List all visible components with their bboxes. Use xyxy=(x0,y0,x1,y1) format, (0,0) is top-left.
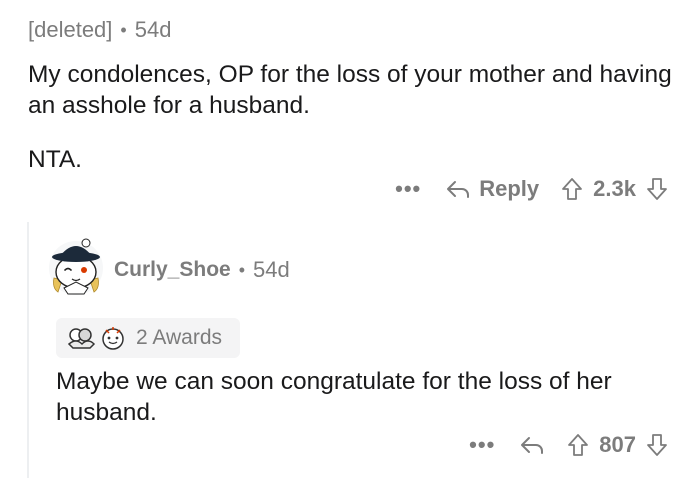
reply-arrow-icon xyxy=(519,434,545,456)
parent-comment-paragraph-1: My condolences, OP for the loss of your … xyxy=(28,61,672,119)
upvote-arrow-icon[interactable] xyxy=(567,433,589,457)
parent-comment: [deleted] • 54d My condolences, OP for t… xyxy=(28,14,678,175)
parent-author[interactable]: [deleted] xyxy=(28,17,112,43)
meta-separator: • xyxy=(120,19,127,40)
reply-arrow-icon xyxy=(445,178,471,200)
more-options-button[interactable]: ••• xyxy=(469,432,495,458)
vote-controls: 2.3k xyxy=(561,176,668,202)
awards-label: 2 Awards xyxy=(136,326,222,349)
more-options-button[interactable]: ••• xyxy=(395,176,421,202)
upvote-arrow-icon[interactable] xyxy=(561,177,583,201)
parent-comment-meta: [deleted] • 54d xyxy=(28,14,678,46)
downvote-arrow-icon[interactable] xyxy=(646,433,668,457)
vote-controls: 807 xyxy=(567,432,668,458)
parent-comment-actions: ••• Reply 2.3k xyxy=(395,176,668,202)
awards-badge[interactable]: 2 Awards xyxy=(56,318,240,358)
reply-button[interactable]: Reply xyxy=(445,176,539,202)
reply-comment-body: Maybe we can soon congratulate for the l… xyxy=(56,368,612,426)
meta-separator: • xyxy=(238,259,246,280)
snoo-avatar-icon[interactable] xyxy=(48,234,104,295)
wholesome-award-icon xyxy=(100,325,126,351)
hug-award-icon xyxy=(66,326,96,350)
parent-age: 54d xyxy=(134,17,172,42)
reply-button[interactable] xyxy=(519,434,545,456)
reply-label: Reply xyxy=(479,176,540,201)
reply-age: 54d xyxy=(253,257,290,282)
parent-comment-paragraph-2: NTA. xyxy=(28,146,82,173)
reply-author[interactable]: Curly_Shoe xyxy=(114,258,231,282)
reply-comment-actions: ••• 807 xyxy=(469,432,668,458)
downvote-arrow-icon[interactable] xyxy=(646,177,668,201)
vote-score: 2.3k xyxy=(593,176,636,201)
thread-line[interactable] xyxy=(27,222,29,478)
vote-score: 807 xyxy=(599,432,636,457)
reply-comment-meta: Curly_Shoe • 54d xyxy=(114,255,290,285)
